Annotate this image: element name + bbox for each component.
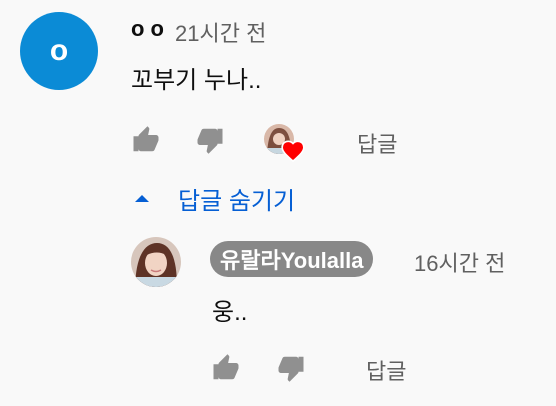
dislike-button[interactable] xyxy=(192,122,228,158)
reply-like-button[interactable] xyxy=(208,350,244,386)
reply-author-name: 유랄라Youlalla xyxy=(220,248,364,273)
reply-button[interactable]: 답글 xyxy=(357,127,397,159)
reply-author-chip[interactable]: 유랄라Youlalla xyxy=(210,241,374,277)
comment-timestamp[interactable]: 21시간 전 xyxy=(175,16,266,48)
hide-replies-label: 답글 숨기기 xyxy=(178,187,296,215)
reply-timestamp[interactable]: 16시간 전 xyxy=(414,246,505,278)
avatar-letter: o xyxy=(49,34,69,67)
thumb-down-icon xyxy=(197,128,223,154)
reply-text: 웅.. xyxy=(212,299,248,326)
comment-text: 꼬부기 누나.. xyxy=(131,67,262,94)
reply-author-avatar[interactable] xyxy=(131,237,181,287)
reply-reply-button[interactable]: 답글 xyxy=(366,354,406,386)
thumb-up-icon xyxy=(213,354,239,380)
thumb-up-icon xyxy=(133,126,159,152)
like-button[interactable] xyxy=(128,122,164,158)
heart-icon xyxy=(281,140,305,163)
comment-author[interactable]: o o xyxy=(131,16,164,42)
reply-dislike-button[interactable] xyxy=(273,350,309,386)
commenter-avatar[interactable]: o xyxy=(20,12,98,90)
caret-up-icon xyxy=(128,184,156,212)
thumb-down-icon xyxy=(278,356,304,382)
creator-heart-badge xyxy=(264,124,308,168)
hide-replies-button[interactable]: 답글 숨기기 xyxy=(128,176,295,220)
